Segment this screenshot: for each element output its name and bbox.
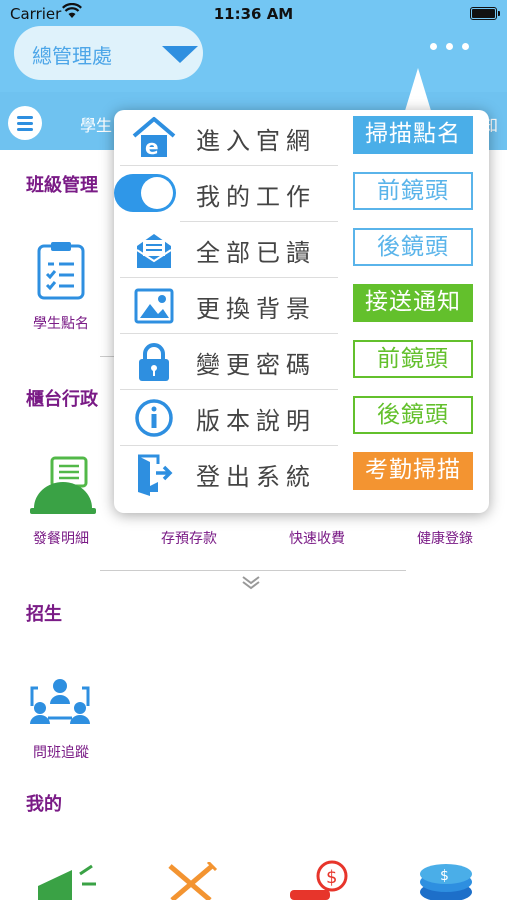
- chevron-double-down-icon[interactable]: [241, 574, 261, 590]
- menu-item-student-roll-call[interactable]: 學生點名: [6, 313, 116, 333]
- dot-icon: [446, 43, 453, 50]
- front-camera-button[interactable]: 前鏡頭: [353, 172, 473, 210]
- section-title-class-management: 班級管理: [26, 175, 98, 196]
- popup-row-my-work[interactable]: 我的工作 前鏡頭: [114, 166, 489, 222]
- fork-knife-icon[interactable]: [164, 862, 218, 900]
- department-selector-label: 總管理處: [32, 44, 112, 68]
- popup-arrow: [404, 68, 432, 114]
- food-cloche-icon: [30, 456, 96, 514]
- menu-line: [17, 116, 33, 119]
- section-title-admissions: 招生: [26, 604, 62, 625]
- hamburger-menu-button[interactable]: [8, 106, 42, 140]
- popup-item-label: 登出系統: [196, 463, 316, 491]
- logout-door-icon: [138, 454, 173, 496]
- chevron-down-icon: [162, 46, 198, 63]
- department-selector[interactable]: 總管理處: [14, 26, 203, 80]
- status-bar: Carrier 11:36 AM: [0, 0, 507, 28]
- menu-item-quick-payment[interactable]: 快速收費: [262, 528, 372, 548]
- section-title-mine: 我的: [26, 794, 62, 815]
- popup-menu: e 進入官網 掃描點名 我的工作 前鏡頭 全部已讀 後鏡頭 更換背景 接送通知 …: [114, 110, 489, 513]
- image-icon: [134, 288, 174, 324]
- menu-line: [17, 128, 33, 131]
- menu-item-inquiry-tracking[interactable]: 問班追蹤: [6, 742, 116, 762]
- popup-item-label: 進入官網: [196, 127, 316, 155]
- coin-stack-icon[interactable]: $: [418, 862, 474, 900]
- svg-text:e: e: [145, 135, 159, 159]
- menu-line: [17, 122, 33, 125]
- pickup-notification-button[interactable]: 接送通知: [353, 284, 473, 322]
- people-network-icon: [30, 679, 90, 724]
- popup-item-label: 更換背景: [196, 295, 316, 323]
- popup-item-label: 變更密碼: [196, 351, 316, 379]
- svg-text:$: $: [440, 868, 449, 884]
- popup-row-mark-all-read[interactable]: 全部已讀 後鏡頭: [114, 222, 489, 278]
- tab-students[interactable]: 學生: [80, 112, 112, 136]
- svg-text:$: $: [326, 867, 337, 888]
- scan-attendance-button[interactable]: 掃描點名: [353, 116, 473, 154]
- popup-item-label: 全部已讀: [196, 239, 316, 267]
- popup-item-label: 版本說明: [196, 407, 316, 435]
- more-options-button[interactable]: [428, 38, 472, 56]
- popup-item-label: 我的工作: [196, 183, 316, 211]
- lock-icon: [139, 343, 169, 381]
- dot-icon: [462, 43, 469, 50]
- home-web-icon: e: [132, 117, 176, 159]
- popup-row-change-password[interactable]: 變更密碼 前鏡頭: [114, 334, 489, 390]
- front-camera-button-2[interactable]: 前鏡頭: [353, 340, 473, 378]
- menu-item-meal-details[interactable]: 發餐明細: [6, 528, 116, 548]
- popup-row-logout[interactable]: 登出系統 考勤掃描: [114, 446, 489, 502]
- dollar-coin-icon[interactable]: $: [290, 858, 352, 900]
- battery-icon: [470, 7, 500, 20]
- mail-open-icon: [136, 234, 172, 268]
- popup-row-version-info[interactable]: 版本說明 後鏡頭: [114, 390, 489, 446]
- section-title-front-desk: 櫃台行政: [26, 389, 98, 410]
- clipboard-checklist-icon: [37, 242, 85, 300]
- menu-item-health-registration[interactable]: 健康登錄: [390, 528, 500, 548]
- popup-row-change-background[interactable]: 更換背景 接送通知: [114, 278, 489, 334]
- dot-icon: [430, 43, 437, 50]
- divider: [100, 570, 406, 571]
- rear-camera-button-2[interactable]: 後鏡頭: [353, 396, 473, 434]
- megaphone-icon[interactable]: [34, 860, 100, 900]
- rear-camera-button[interactable]: 後鏡頭: [353, 228, 473, 266]
- popup-row-official-site[interactable]: e 進入官網 掃描點名: [114, 110, 489, 166]
- menu-item-prepaid-deposit[interactable]: 存預存款: [134, 528, 244, 548]
- clock: 11:36 AM: [213, 5, 294, 23]
- attendance-scan-button[interactable]: 考勤掃描: [353, 452, 473, 490]
- info-icon: [135, 399, 173, 437]
- my-work-toggle[interactable]: [114, 174, 176, 212]
